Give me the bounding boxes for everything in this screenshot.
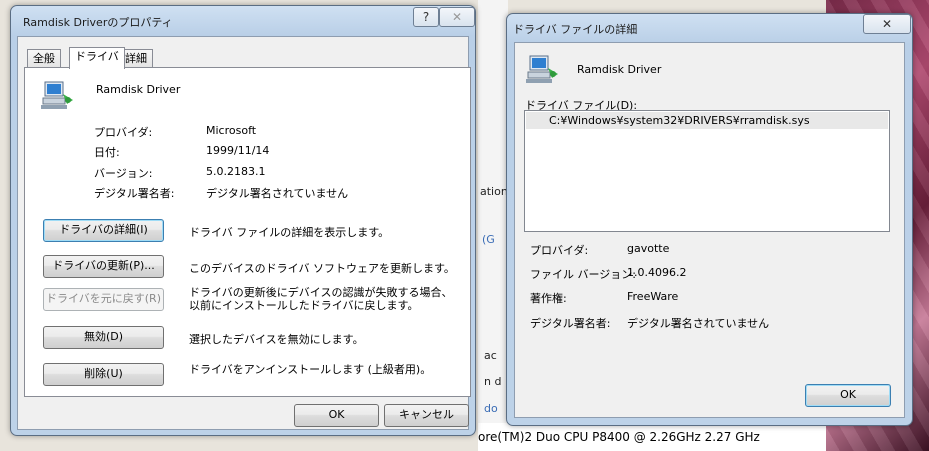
disable-desc: 選択したデバイスを無効にします。	[189, 333, 364, 346]
update-driver-desc: このデバイスのドライバ ソフトウェアを更新します。	[189, 262, 455, 275]
signer-value: デジタル署名されていません	[206, 187, 349, 200]
signer-label: デジタル署名者:	[94, 187, 175, 200]
date-label: 日付:	[94, 146, 120, 159]
provider-label: プロバイダ:	[530, 244, 589, 257]
signer-value: デジタル署名されていません	[627, 317, 770, 330]
network-device-icon	[526, 55, 558, 83]
window-title: ドライバ ファイルの詳細	[513, 23, 638, 36]
provider-value: Microsoft	[206, 124, 257, 137]
disable-button[interactable]: 無効(D)	[43, 326, 164, 349]
ok-button[interactable]: OK	[294, 404, 379, 427]
version-value: 5.0.2183.1	[206, 165, 266, 178]
file-version-label: ファイル バージョン:	[530, 268, 636, 281]
rollback-driver-desc: ドライバの更新後にデバイスの認識が失敗する場合、以前にインストールしたドライバに…	[189, 286, 453, 312]
background-text: (G	[482, 233, 495, 246]
version-label: バージョン:	[94, 167, 153, 180]
uninstall-desc: ドライバをアンインストールします (上級者用)。	[189, 363, 432, 376]
window-title: Ramdisk Driverのプロパティ	[23, 16, 173, 29]
copyright-value: FreeWare	[627, 290, 679, 303]
network-device-icon	[41, 81, 73, 109]
signer-label: デジタル署名者:	[530, 317, 611, 330]
help-icon: ?	[422, 10, 430, 24]
close-button[interactable]: ✕	[863, 14, 911, 34]
tab-general[interactable]: 全般	[27, 49, 61, 68]
background-text: do	[484, 402, 498, 415]
close-button[interactable]: ✕	[439, 7, 475, 27]
driver-details-button[interactable]: ドライバの詳細(I)	[43, 219, 164, 242]
ok-button[interactable]: OK	[805, 384, 891, 407]
cancel-button[interactable]: キャンセル	[384, 404, 469, 427]
help-button[interactable]: ?	[413, 7, 439, 27]
uninstall-button[interactable]: 削除(U)	[43, 363, 164, 386]
cpu-info-text: ore(TM)2 Duo CPU P8400 @ 2.26GHz 2.27 GH…	[478, 430, 760, 444]
close-icon: ✕	[881, 17, 893, 31]
tab-driver[interactable]: ドライバ	[69, 47, 125, 69]
device-name: Ramdisk Driver	[577, 63, 662, 76]
copyright-label: 著作権:	[530, 292, 567, 305]
background-text: ac	[484, 349, 497, 362]
tab-label: ドライバ	[75, 50, 119, 63]
driver-files-list[interactable]: C:¥Windows¥system32¥DRIVERS¥rramdisk.sys	[524, 110, 890, 232]
driver-details-desc: ドライバ ファイルの詳細を表示します。	[189, 226, 390, 239]
rollback-driver-button[interactable]: ドライバを元に戻す(R)	[43, 288, 164, 311]
background-text: n d	[484, 375, 502, 388]
tab-label: 全般	[33, 52, 55, 65]
date-value: 1999/11/14	[206, 144, 270, 157]
list-item[interactable]: C:¥Windows¥system32¥DRIVERS¥rramdisk.sys	[526, 112, 888, 129]
close-icon: ✕	[451, 10, 463, 24]
background-text: ation	[480, 185, 508, 198]
file-version-value: 1.0.4096.2	[627, 266, 687, 279]
tab-label: 詳細	[125, 52, 147, 65]
device-name: Ramdisk Driver	[96, 83, 181, 96]
driver-file-path: C:¥Windows¥system32¥DRIVERS¥rramdisk.sys	[549, 114, 810, 127]
update-driver-button[interactable]: ドライバの更新(P)...	[43, 255, 164, 278]
provider-label: プロバイダ:	[94, 126, 153, 139]
provider-value: gavotte	[627, 242, 670, 255]
